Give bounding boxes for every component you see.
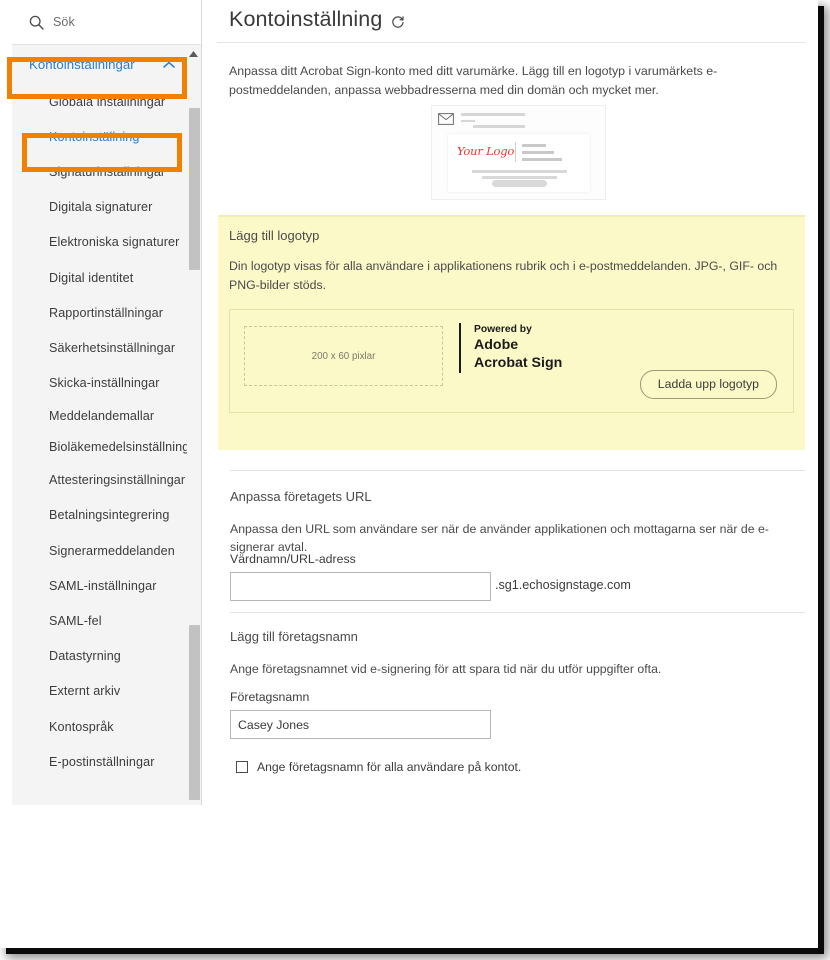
scroll-up-arrow-icon[interactable] — [188, 46, 199, 57]
title-divider — [217, 42, 805, 43]
sidebar-group-label: Kontoinställningar — [29, 57, 135, 72]
hostname-field-label: Värdnamn/URL-adress — [230, 552, 356, 566]
company-section-divider — [230, 612, 805, 613]
sidebar-item-e-postinstallningar[interactable]: E-postinställningar — [12, 744, 201, 779]
sidebar-item-meddelandemallar[interactable]: Meddelandemallar — [12, 401, 201, 432]
company-section-heading: Lägg till företagsnamn — [230, 629, 358, 644]
add-logo-description: Din logotyp visas för alla användare i a… — [229, 259, 778, 292]
sidebar-item-sakerhetsinstallningar[interactable]: Säkerhetsinställningar — [12, 330, 201, 365]
url-section-divider — [230, 470, 805, 471]
powered-by-adobe-block: Powered by Adobe Acrobat Sign — [459, 323, 562, 373]
refresh-icon[interactable] — [391, 15, 405, 29]
sidebar-item-elektroniska-signaturer[interactable]: Elektroniska signaturer — [12, 225, 201, 260]
search-placeholder: Sök — [53, 15, 75, 29]
email-preview-logo-text: Your Logo — [457, 144, 515, 158]
sidebar-scrollbar-thumb[interactable] — [189, 108, 200, 270]
settings-sidebar: Sök Kontoinställningar Globala inställni… — [12, 0, 202, 805]
hostname-suffix: .sg1.echosignstage.com — [495, 578, 631, 592]
company-name-field-label: Företagsnamn — [230, 690, 310, 704]
sidebar-item-rapportinstallningar[interactable]: Rapportinställningar — [12, 295, 201, 330]
envelope-icon — [438, 112, 454, 125]
app-window: Sök Kontoinställningar Globala inställni… — [0, 0, 818, 948]
sidebar-item-digital-identitet[interactable]: Digital identitet — [12, 260, 201, 295]
apply-to-all-users-checkbox[interactable] — [236, 761, 248, 773]
email-preview-cta-pill — [492, 180, 547, 187]
intro-text: Anpassa ditt Acrobat Sign-konto med ditt… — [229, 64, 718, 97]
hostname-input[interactable] — [230, 572, 491, 601]
sidebar-item-digitala-signaturer[interactable]: Digitala signaturer — [12, 190, 201, 225]
apply-to-all-users-checkbox-row[interactable]: Ange företagsnamn för alla användare på … — [236, 760, 521, 774]
powered-by-label: Powered by — [474, 324, 532, 335]
sidebar-scrollbar-thumb-secondary[interactable] — [189, 625, 200, 800]
sidebar-nav-list: Kontoinställningar Globala inställningar… — [12, 45, 201, 805]
adobe-label: Adobe — [474, 337, 519, 354]
company-name-section: Lägg till företagsnamn Ange företagsnamn… — [218, 612, 805, 802]
sidebar-item-globala-installningar[interactable]: Globala inställningar — [12, 84, 201, 119]
sidebar-group-kontoinstallningar[interactable]: Kontoinställningar — [12, 45, 201, 84]
sidebar-item-biolakemedelsinstallningar[interactable]: Bioläkemedelsinställningar — [12, 432, 201, 463]
sidebar-item-signaturinstallningar[interactable]: Signaturinställningar — [12, 154, 201, 189]
company-name-input[interactable] — [230, 710, 491, 739]
email-preview-thumbnail: Your Logo — [431, 105, 606, 200]
company-url-section: Anpassa företagets URL Anpassa den URL s… — [218, 470, 805, 615]
sidebar-item-signerarmeddelanden[interactable]: Signerarmeddelanden — [12, 533, 201, 568]
apply-to-all-users-label: Ange företagsnamn för alla användare på … — [257, 760, 522, 774]
chevron-up-icon — [163, 61, 175, 69]
company-section-description: Ange företagsnamnet vid e-signering för … — [230, 662, 662, 676]
page-title: Kontoinställning — [229, 7, 383, 31]
add-logo-heading: Lägg till logotyp — [229, 228, 320, 243]
url-section-heading: Anpassa företagets URL — [230, 489, 372, 504]
search-icon — [29, 15, 44, 30]
sidebar-item-betalningsintegrering[interactable]: Betalningsintegrering — [12, 498, 201, 533]
upload-logo-button[interactable]: Ladda upp logotyp — [639, 370, 777, 399]
logo-dropzone-text: 200 x 60 pixlar — [311, 350, 376, 362]
email-preview-body: Your Logo — [448, 134, 590, 192]
sidebar-item-saml-installningar[interactable]: SAML-inställningar — [12, 568, 201, 603]
logo-upload-panel: 200 x 60 pixlar Powered by Adobe Acrobat… — [229, 309, 794, 413]
sidebar-item-skicka-installningar[interactable]: Skicka-inställningar — [12, 366, 201, 401]
sidebar-item-kontosprak[interactable]: Kontospråk — [12, 709, 201, 744]
sidebar-item-kontoinstallning[interactable]: Kontoinställning — [12, 119, 201, 154]
email-preview-header — [438, 112, 525, 125]
sidebar-item-saml-fel[interactable]: SAML-fel — [12, 603, 201, 638]
sidebar-item-datastyrning[interactable]: Datastyrning — [12, 639, 201, 674]
add-logo-section: Lägg till logotyp Din logotyp visas för … — [218, 215, 805, 450]
sidebar-item-attesteringsinstallningar[interactable]: Attesteringsinställningar — [12, 463, 201, 498]
main-content: Kontoinställning Anpassa ditt Acrobat Si… — [203, 0, 818, 948]
acrobat-sign-label: Acrobat Sign — [474, 355, 563, 372]
search-input[interactable]: Sök — [12, 0, 201, 45]
sidebar-item-externt-arkiv[interactable]: Externt arkiv — [12, 674, 201, 709]
logo-dropzone[interactable]: 200 x 60 pixlar — [244, 326, 443, 386]
url-section-description: Anpassa den URL som användare ser när de… — [230, 522, 769, 554]
page-title-row: Kontoinställning — [229, 7, 405, 32]
